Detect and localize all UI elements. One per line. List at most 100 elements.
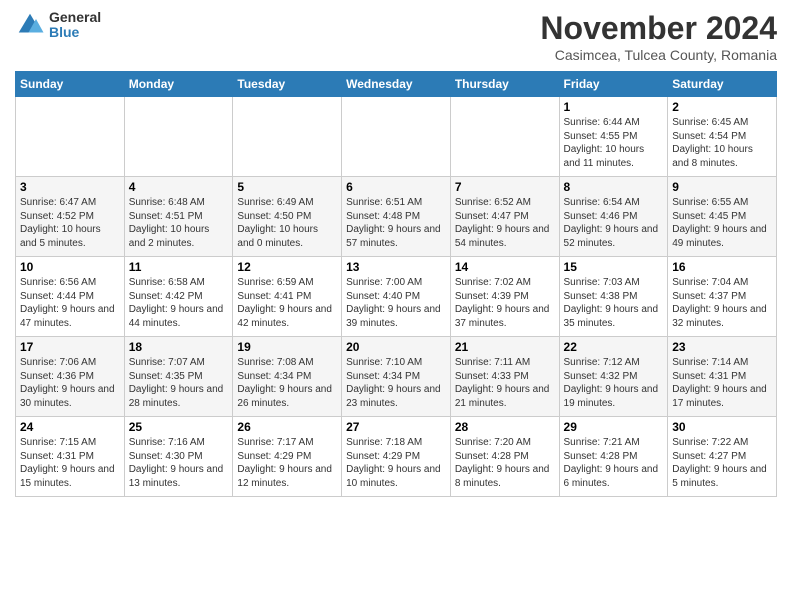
- day-number: 25: [129, 420, 229, 434]
- month-title: November 2024: [540, 10, 777, 47]
- page: General Blue November 2024 Casimcea, Tul…: [0, 0, 792, 612]
- day-info: Sunrise: 7:21 AMSunset: 4:28 PMDaylight:…: [564, 436, 664, 490]
- calendar-cell: [16, 97, 125, 177]
- day-info: Sunrise: 6:58 AMSunset: 4:42 PMDaylight:…: [129, 276, 229, 330]
- calendar-cell: 17 Sunrise: 7:06 AMSunset: 4:36 PMDayligh…: [16, 337, 125, 417]
- day-number: 5: [237, 180, 337, 194]
- day-info: Sunrise: 7:12 AMSunset: 4:32 PMDaylight:…: [564, 356, 664, 410]
- calendar-week-3: 10Sunrise: 6:56 AMSunset: 4:44 PMDayligh…: [16, 257, 777, 337]
- day-info: Sunrise: 7:06 AMSunset: 4:36 PMDaylight:…: [20, 356, 120, 410]
- calendar-cell: [233, 97, 342, 177]
- calendar-cell: 15Sunrise: 7:03 AMSunset: 4:38 PMDayligh…: [559, 257, 668, 337]
- day-number: 8: [564, 180, 664, 194]
- calendar-cell: 14 Sunrise: 7:02 AMSunset: 4:39 PMDayligh…: [450, 257, 559, 337]
- day-number: 7: [455, 180, 555, 194]
- day-number: 12: [237, 260, 337, 274]
- day-info: Sunrise: 7:22 AMSunset: 4:27 PMDaylight:…: [672, 436, 772, 490]
- calendar-cell: 29 Sunrise: 7:21 AMSunset: 4:28 PMDayligh…: [559, 417, 668, 497]
- logo-icon: [15, 10, 45, 40]
- day-info: Sunrise: 6:45 AMSunset: 4:54 PMDaylight:…: [672, 116, 772, 170]
- calendar-cell: 26Sunrise: 7:17 AMSunset: 4:29 PMDayligh…: [233, 417, 342, 497]
- calendar-cell: 12 Sunrise: 6:59 AMSunset: 4:41 PMDayligh…: [233, 257, 342, 337]
- day-number: 18: [129, 340, 229, 354]
- day-number: 11: [129, 260, 229, 274]
- day-info: Sunrise: 7:20 AMSunset: 4:28 PMDaylight:…: [455, 436, 555, 490]
- header: General Blue November 2024 Casimcea, Tul…: [15, 10, 777, 63]
- calendar-week-5: 24Sunrise: 7:15 AMSunset: 4:31 PMDayligh…: [16, 417, 777, 497]
- calendar-cell: 2 Sunrise: 6:45 AMSunset: 4:54 PMDaylight…: [668, 97, 777, 177]
- calendar-header-tuesday: Tuesday: [233, 72, 342, 97]
- calendar-header-saturday: Saturday: [668, 72, 777, 97]
- day-info: Sunrise: 7:00 AMSunset: 4:40 PMDaylight:…: [346, 276, 446, 330]
- day-number: 9: [672, 180, 772, 194]
- calendar-cell: 1Sunrise: 6:44 AMSunset: 4:55 PMDaylight…: [559, 97, 668, 177]
- day-number: 24: [20, 420, 120, 434]
- day-info: Sunrise: 7:16 AMSunset: 4:30 PMDaylight:…: [129, 436, 229, 490]
- day-info: Sunrise: 7:18 AMSunset: 4:29 PMDaylight:…: [346, 436, 446, 490]
- logo-general-text: General: [49, 10, 101, 25]
- logo-text: General Blue: [49, 10, 101, 41]
- calendar-cell: 8 Sunrise: 6:54 AMSunset: 4:46 PMDaylight…: [559, 177, 668, 257]
- day-number: 6: [346, 180, 446, 194]
- calendar-cell: 3 Sunrise: 6:47 AMSunset: 4:52 PMDaylight…: [16, 177, 125, 257]
- day-number: 15: [564, 260, 664, 274]
- calendar-cell: [124, 97, 233, 177]
- day-number: 22: [564, 340, 664, 354]
- day-number: 3: [20, 180, 120, 194]
- calendar-cell: 23 Sunrise: 7:14 AMSunset: 4:31 PMDayligh…: [668, 337, 777, 417]
- day-number: 23: [672, 340, 772, 354]
- day-number: 4: [129, 180, 229, 194]
- calendar-cell: 11 Sunrise: 6:58 AMSunset: 4:42 PMDayligh…: [124, 257, 233, 337]
- calendar-cell: 28 Sunrise: 7:20 AMSunset: 4:28 PMDayligh…: [450, 417, 559, 497]
- calendar-cell: 21 Sunrise: 7:11 AMSunset: 4:33 PMDayligh…: [450, 337, 559, 417]
- calendar-table: SundayMondayTuesdayWednesdayThursdayFrid…: [15, 71, 777, 497]
- title-block: November 2024 Casimcea, Tulcea County, R…: [540, 10, 777, 63]
- calendar-cell: 18 Sunrise: 7:07 AMSunset: 4:35 PMDayligh…: [124, 337, 233, 417]
- calendar-cell: 7 Sunrise: 6:52 AMSunset: 4:47 PMDaylight…: [450, 177, 559, 257]
- day-info: Sunrise: 6:54 AMSunset: 4:46 PMDaylight:…: [564, 196, 664, 250]
- calendar-cell: 20 Sunrise: 7:10 AMSunset: 4:34 PMDayligh…: [342, 337, 451, 417]
- day-info: Sunrise: 6:59 AMSunset: 4:41 PMDaylight:…: [237, 276, 337, 330]
- day-number: 19: [237, 340, 337, 354]
- calendar-cell: 24Sunrise: 7:15 AMSunset: 4:31 PMDayligh…: [16, 417, 125, 497]
- calendar-cell: 13 Sunrise: 7:00 AMSunset: 4:40 PMDayligh…: [342, 257, 451, 337]
- calendar-cell: 10Sunrise: 6:56 AMSunset: 4:44 PMDayligh…: [16, 257, 125, 337]
- day-number: 20: [346, 340, 446, 354]
- day-info: Sunrise: 7:11 AMSunset: 4:33 PMDaylight:…: [455, 356, 555, 410]
- day-info: Sunrise: 6:47 AMSunset: 4:52 PMDaylight:…: [20, 196, 120, 250]
- day-info: Sunrise: 6:48 AMSunset: 4:51 PMDaylight:…: [129, 196, 229, 250]
- calendar-header-wednesday: Wednesday: [342, 72, 451, 97]
- day-number: 1: [564, 100, 664, 114]
- calendar-header-sunday: Sunday: [16, 72, 125, 97]
- calendar-cell: 27 Sunrise: 7:18 AMSunset: 4:29 PMDayligh…: [342, 417, 451, 497]
- day-number: 13: [346, 260, 446, 274]
- calendar-header-thursday: Thursday: [450, 72, 559, 97]
- day-number: 14: [455, 260, 555, 274]
- day-info: Sunrise: 7:10 AMSunset: 4:34 PMDaylight:…: [346, 356, 446, 410]
- day-number: 2: [672, 100, 772, 114]
- day-number: 17: [20, 340, 120, 354]
- day-info: Sunrise: 7:02 AMSunset: 4:39 PMDaylight:…: [455, 276, 555, 330]
- day-info: Sunrise: 7:14 AMSunset: 4:31 PMDaylight:…: [672, 356, 772, 410]
- calendar-cell: [450, 97, 559, 177]
- calendar-cell: 19Sunrise: 7:08 AMSunset: 4:34 PMDayligh…: [233, 337, 342, 417]
- day-number: 29: [564, 420, 664, 434]
- day-number: 26: [237, 420, 337, 434]
- calendar-week-2: 3 Sunrise: 6:47 AMSunset: 4:52 PMDaylight…: [16, 177, 777, 257]
- logo: General Blue: [15, 10, 101, 41]
- day-number: 10: [20, 260, 120, 274]
- calendar-cell: 4 Sunrise: 6:48 AMSunset: 4:51 PMDaylight…: [124, 177, 233, 257]
- day-number: 28: [455, 420, 555, 434]
- day-info: Sunrise: 7:04 AMSunset: 4:37 PMDaylight:…: [672, 276, 772, 330]
- calendar-cell: 22 Sunrise: 7:12 AMSunset: 4:32 PMDayligh…: [559, 337, 668, 417]
- day-number: 27: [346, 420, 446, 434]
- day-info: Sunrise: 6:52 AMSunset: 4:47 PMDaylight:…: [455, 196, 555, 250]
- calendar-cell: 25 Sunrise: 7:16 AMSunset: 4:30 PMDayligh…: [124, 417, 233, 497]
- day-number: 21: [455, 340, 555, 354]
- day-info: Sunrise: 7:07 AMSunset: 4:35 PMDaylight:…: [129, 356, 229, 410]
- calendar-cell: 6Sunrise: 6:51 AMSunset: 4:48 PMDaylight…: [342, 177, 451, 257]
- location: Casimcea, Tulcea County, Romania: [540, 47, 777, 63]
- calendar-week-4: 17 Sunrise: 7:06 AMSunset: 4:36 PMDayligh…: [16, 337, 777, 417]
- calendar-header-monday: Monday: [124, 72, 233, 97]
- calendar-cell: 5Sunrise: 6:49 AMSunset: 4:50 PMDaylight…: [233, 177, 342, 257]
